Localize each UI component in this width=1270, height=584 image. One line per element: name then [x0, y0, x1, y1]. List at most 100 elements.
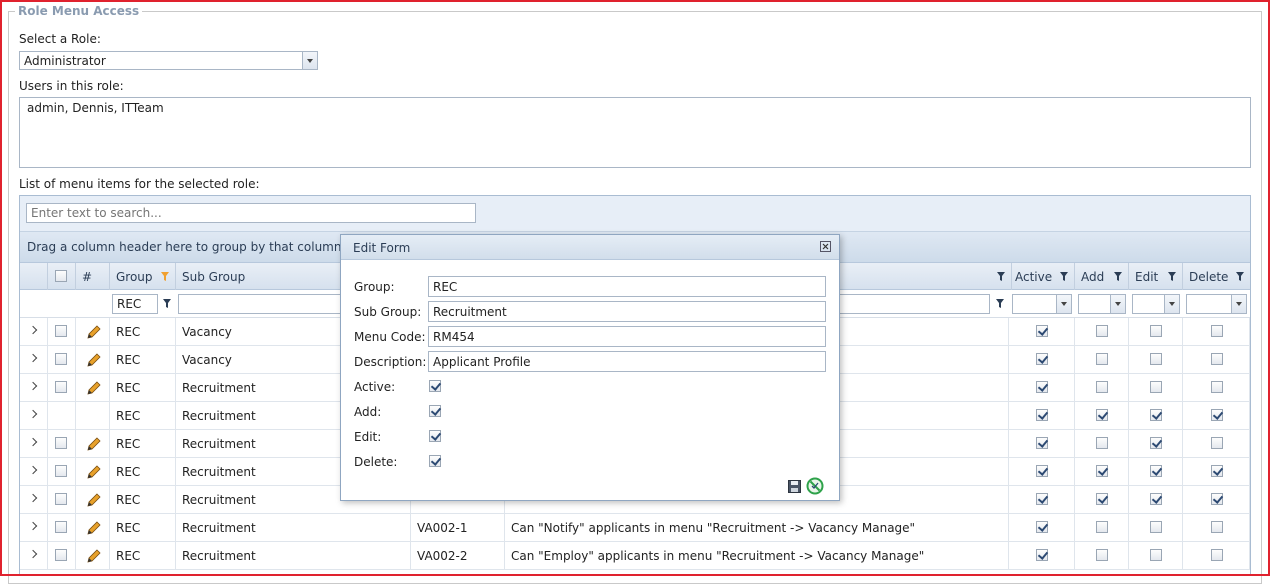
pencil-icon[interactable] [86, 324, 102, 340]
chevron-right-icon[interactable] [28, 325, 38, 335]
edit-checkbox[interactable] [1150, 409, 1162, 421]
active-checkbox[interactable] [1036, 465, 1048, 477]
delete-checkbox[interactable] [1211, 437, 1223, 449]
chevron-right-icon[interactable] [28, 493, 38, 503]
add-checkbox[interactable] [1096, 521, 1108, 533]
add-checkbox[interactable] [1096, 549, 1108, 561]
delete-checkbox[interactable] [1211, 493, 1223, 505]
header-add[interactable]: Add [1075, 263, 1129, 290]
edit-filter-combo[interactable] [1132, 294, 1180, 314]
users-textarea[interactable]: admin, Dennis, ITTeam [19, 97, 1251, 168]
chevron-right-icon[interactable] [28, 465, 38, 475]
chevron-right-icon[interactable] [28, 381, 38, 391]
row-add-cell [1075, 430, 1129, 458]
edit-checkbox[interactable] [1150, 465, 1162, 477]
dialog-sub-group-input[interactable]: Recruitment [428, 301, 826, 322]
row-select-checkbox[interactable] [55, 381, 67, 393]
delete-checkbox[interactable] [1211, 409, 1223, 421]
role-select-dropdown-button[interactable] [302, 52, 317, 69]
active-checkbox[interactable] [1036, 381, 1048, 393]
filter-icon[interactable] [1168, 272, 1176, 281]
filter-icon[interactable] [163, 299, 171, 308]
pencil-icon[interactable] [86, 520, 102, 536]
row-select-checkbox[interactable] [55, 437, 67, 449]
active-checkbox[interactable] [1036, 549, 1048, 561]
delete-checkbox[interactable] [1211, 465, 1223, 477]
add-checkbox[interactable] [1096, 353, 1108, 365]
chevron-right-icon[interactable] [28, 549, 38, 559]
active-filter-combo[interactable] [1012, 294, 1072, 314]
save-icon[interactable] [788, 480, 801, 493]
dialog-menu-code-input[interactable]: RM454 [428, 326, 826, 347]
dialog-header[interactable]: Edit Form [341, 235, 839, 260]
dialog-group-input[interactable]: REC [428, 276, 826, 297]
add-checkbox[interactable] [1096, 409, 1108, 421]
active-checkbox[interactable] [1036, 437, 1048, 449]
row-select-checkbox[interactable] [55, 325, 67, 337]
delete-filter-combo[interactable] [1186, 294, 1247, 314]
edit-checkbox[interactable] [1150, 521, 1162, 533]
filter-icon[interactable] [1236, 272, 1244, 281]
dialog-delete-checkbox[interactable] [429, 455, 441, 467]
pencil-icon[interactable] [86, 352, 102, 368]
pencil-icon[interactable] [86, 436, 102, 452]
pencil-icon[interactable] [86, 548, 102, 564]
row-select-checkbox[interactable] [55, 493, 67, 505]
pencil-icon[interactable] [86, 464, 102, 480]
header-delete[interactable]: Delete [1183, 263, 1250, 290]
add-filter-combo[interactable] [1078, 294, 1126, 314]
pencil-icon[interactable] [86, 492, 102, 508]
delete-checkbox[interactable] [1211, 381, 1223, 393]
add-checkbox[interactable] [1096, 325, 1108, 337]
active-checkbox[interactable] [1036, 521, 1048, 533]
add-checkbox[interactable] [1096, 437, 1108, 449]
active-checkbox[interactable] [1036, 493, 1048, 505]
header-hash[interactable]: # [76, 263, 110, 290]
header-active[interactable]: Active [1009, 263, 1075, 290]
edit-checkbox[interactable] [1150, 437, 1162, 449]
delete-checkbox[interactable] [1211, 549, 1223, 561]
filter-icon[interactable] [1114, 272, 1122, 281]
dialog-edit-checkbox[interactable] [429, 430, 441, 442]
filter-icon[interactable] [1060, 272, 1068, 281]
role-select[interactable]: Administrator [19, 51, 318, 70]
group-filter-input[interactable]: REC [112, 294, 158, 314]
delete-checkbox[interactable] [1211, 353, 1223, 365]
add-checkbox[interactable] [1096, 381, 1108, 393]
select-all-checkbox[interactable] [55, 270, 67, 282]
chevron-right-icon[interactable] [28, 409, 38, 419]
dialog-description-input[interactable]: Applicant Profile [428, 351, 826, 372]
filter-icon[interactable] [161, 272, 169, 281]
table-row[interactable]: REC Recruitment VA002-2 Can "Employ" applic… [20, 542, 1250, 570]
grid-search-input[interactable] [26, 203, 476, 223]
edit-checkbox[interactable] [1150, 493, 1162, 505]
close-icon[interactable] [820, 241, 831, 252]
delete-checkbox[interactable] [1211, 325, 1223, 337]
chevron-right-icon[interactable] [28, 437, 38, 447]
header-edit[interactable]: Edit [1129, 263, 1183, 290]
active-checkbox[interactable] [1036, 409, 1048, 421]
dialog-active-checkbox[interactable] [429, 380, 441, 392]
filter-icon[interactable] [997, 272, 1005, 281]
pencil-icon[interactable] [86, 380, 102, 396]
filter-icon[interactable] [996, 299, 1004, 308]
active-checkbox[interactable] [1036, 353, 1048, 365]
row-select-checkbox[interactable] [55, 465, 67, 477]
row-select-checkbox[interactable] [55, 521, 67, 533]
row-select-checkbox[interactable] [55, 353, 67, 365]
row-select-checkbox[interactable] [55, 549, 67, 561]
chevron-right-icon[interactable] [28, 353, 38, 363]
edit-checkbox[interactable] [1150, 549, 1162, 561]
edit-checkbox[interactable] [1150, 353, 1162, 365]
chevron-right-icon[interactable] [28, 521, 38, 531]
dialog-add-checkbox[interactable] [429, 405, 441, 417]
edit-checkbox[interactable] [1150, 381, 1162, 393]
add-checkbox[interactable] [1096, 465, 1108, 477]
cancel-icon[interactable] [806, 477, 824, 495]
edit-checkbox[interactable] [1150, 325, 1162, 337]
delete-checkbox[interactable] [1211, 521, 1223, 533]
add-checkbox[interactable] [1096, 493, 1108, 505]
table-row[interactable]: REC Recruitment VA002-1 Can "Notify" applic… [20, 514, 1250, 542]
active-checkbox[interactable] [1036, 325, 1048, 337]
header-group[interactable]: Group [110, 263, 176, 290]
